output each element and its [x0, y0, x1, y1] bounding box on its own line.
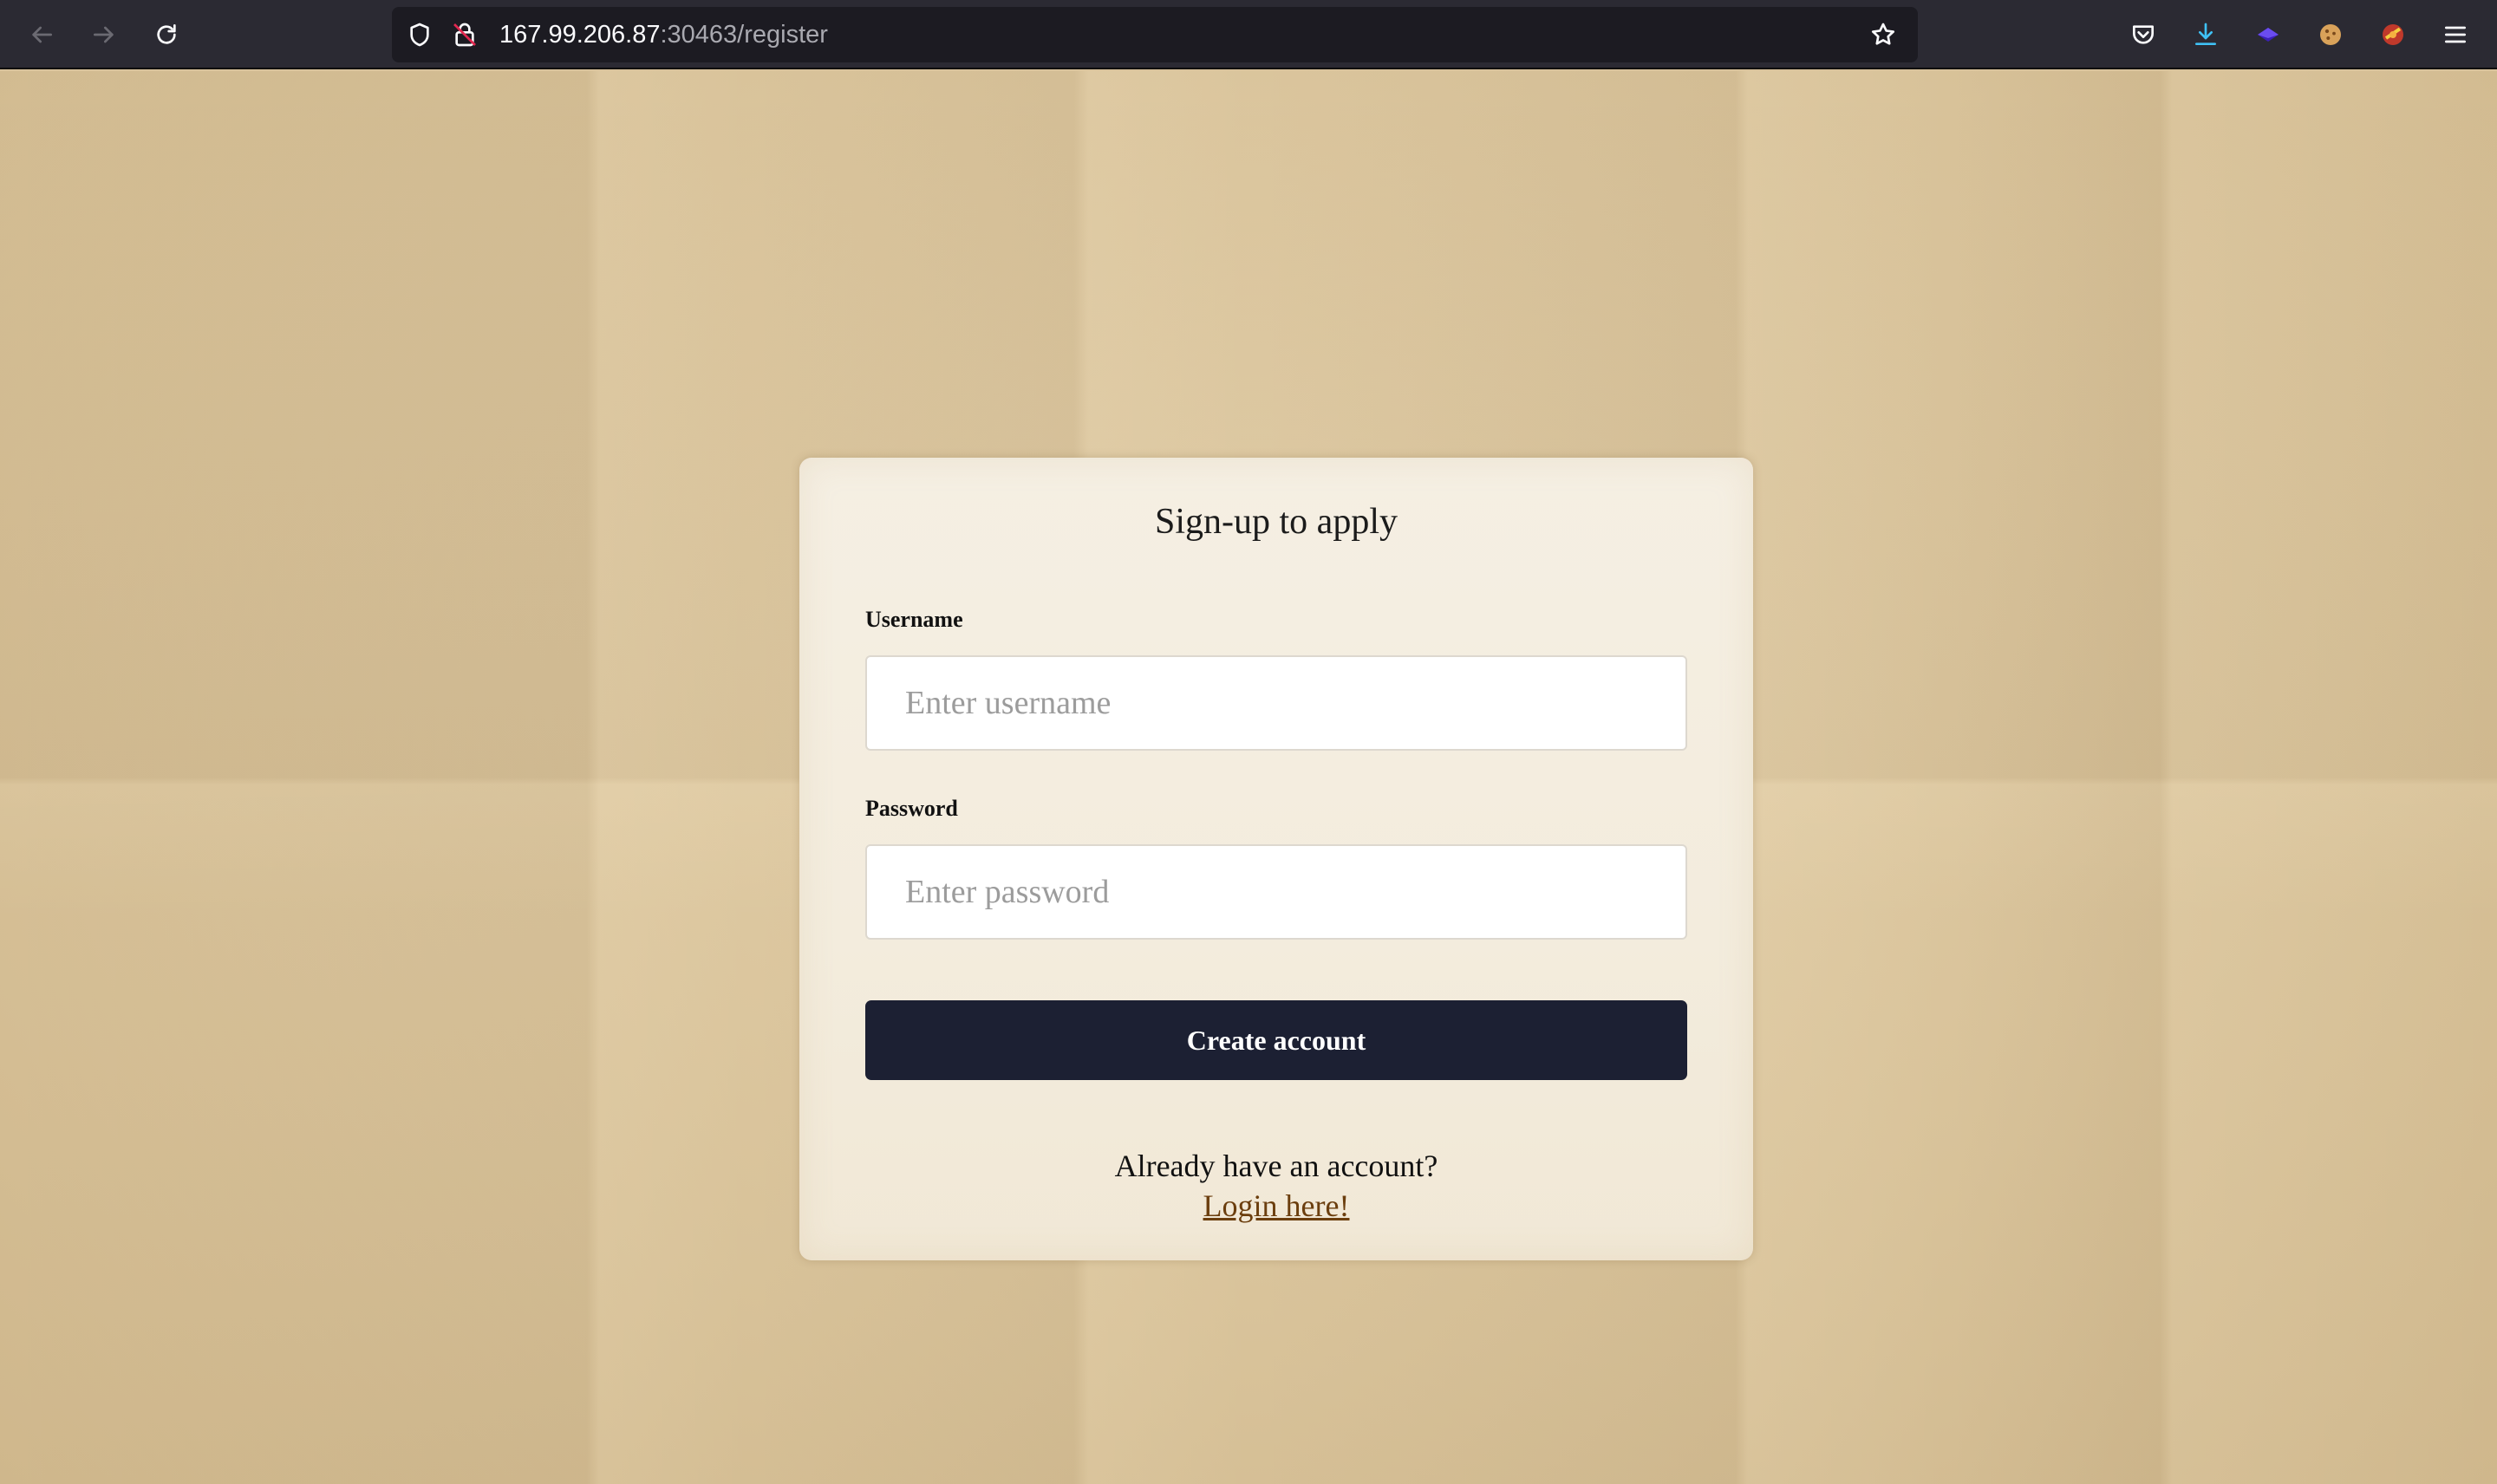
password-input[interactable]: [865, 844, 1687, 940]
pocket-icon[interactable]: [2122, 14, 2164, 55]
page-title: Sign-up to apply: [1155, 502, 1398, 542]
downloads-icon[interactable]: [2185, 14, 2226, 55]
already-have-account-text: Already have an account?: [1114, 1149, 1438, 1183]
signup-card: Sign-up to apply Username Password Creat…: [799, 458, 1753, 1260]
reload-icon[interactable]: [146, 14, 187, 55]
url-bar[interactable]: 167.99.206.87:30463/register: [392, 7, 1918, 62]
password-label: Password: [865, 796, 958, 821]
login-link[interactable]: Login here!: [799, 1188, 1753, 1224]
shield-icon[interactable]: [406, 21, 434, 49]
back-icon[interactable]: [21, 14, 62, 55]
bookmark-star-icon[interactable]: [1869, 21, 1897, 49]
page-background: Sign-up to apply Username Password Creat…: [0, 71, 2497, 1484]
url-text[interactable]: 167.99.206.87:30463/register: [499, 7, 828, 62]
insecure-lock-icon[interactable]: [451, 21, 479, 49]
username-label: Username: [865, 607, 963, 632]
forward-icon[interactable]: [83, 14, 125, 55]
extension-icon[interactable]: [2372, 14, 2414, 55]
create-account-button[interactable]: Create account: [865, 1000, 1687, 1080]
url-host: 167.99.206.87: [499, 21, 661, 49]
url-path: :30463/register: [660, 21, 828, 49]
browser-toolbar: 167.99.206.87:30463/register: [0, 0, 2497, 69]
cookie-extension-icon[interactable]: [2310, 14, 2351, 55]
username-input[interactable]: [865, 655, 1687, 751]
hamburger-menu-icon[interactable]: [2435, 14, 2476, 55]
extension-icon[interactable]: [2247, 14, 2289, 55]
